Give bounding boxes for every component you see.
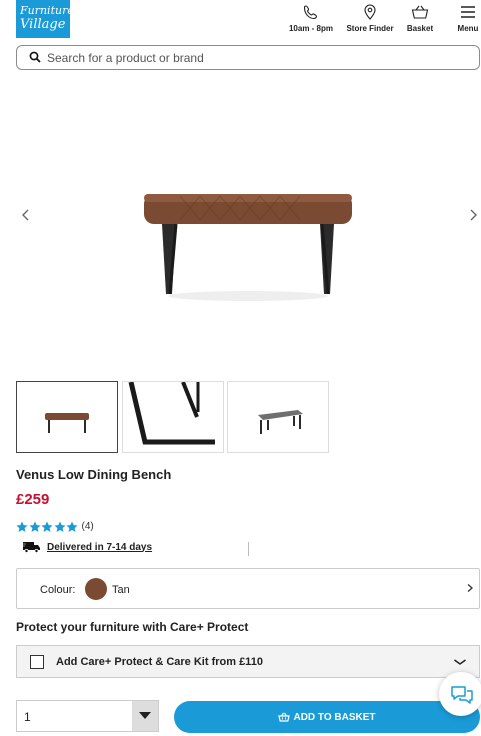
thumbnail-1[interactable] — [16, 381, 118, 453]
star-icon — [54, 521, 65, 532]
logo-line-2: Village — [20, 17, 66, 32]
quantity-dropdown-button[interactable] — [132, 701, 158, 731]
thumbnail-bench-brown — [45, 413, 89, 433]
quantity-select[interactable]: 1 — [16, 700, 159, 732]
search-input[interactable] — [47, 49, 467, 67]
store-finder-link[interactable]: Store Finder — [344, 4, 396, 33]
thumbnail-leg-closeup — [128, 382, 215, 445]
phone-hours-label: 10am - 8pm — [288, 24, 334, 33]
menu-button[interactable]: Menu — [455, 4, 481, 33]
star-icon — [16, 521, 28, 532]
basket-icon — [278, 712, 291, 722]
star-icon — [66, 521, 78, 532]
chevron-right-icon[interactable] — [465, 207, 481, 223]
product-gallery — [0, 80, 481, 370]
store-finder-label: Store Finder — [346, 24, 394, 33]
product-rating[interactable]: (4) — [16, 520, 94, 533]
colour-swatch — [85, 578, 107, 600]
hamburger-icon — [461, 6, 475, 18]
product-price: £259 — [16, 491, 50, 508]
add-to-basket-label: ADD TO BASKET — [293, 711, 376, 723]
chevron-left-icon[interactable] — [18, 207, 34, 223]
menu-label: Menu — [457, 24, 479, 33]
basket-label: Basket — [406, 24, 434, 33]
chevron-right-icon — [467, 584, 473, 592]
search-bar[interactable] — [16, 45, 480, 70]
thumbnail-3[interactable] — [227, 381, 329, 453]
map-pin-icon — [364, 4, 376, 20]
add-to-basket-button[interactable]: ADD TO BASKET — [174, 701, 480, 733]
thumbnail-2[interactable] — [122, 381, 224, 453]
care-protect-heading: Protect your furniture with Care+ Protec… — [16, 620, 249, 634]
basket-icon — [411, 5, 429, 19]
care-protect-label: Add Care+ Protect & Care Kit from £110 — [56, 656, 263, 668]
care-protect-option[interactable]: Add Care+ Protect & Care Kit from £110 — [16, 645, 480, 678]
furniture-village-logo[interactable]: Furniture Village — [16, 0, 74, 38]
delivery-text[interactable]: Delivered in 7-14 days — [47, 542, 152, 553]
chat-button[interactable] — [439, 672, 481, 716]
search-icon[interactable] — [29, 51, 41, 63]
logo-line-1: Furniture — [20, 4, 74, 17]
chat-icon — [451, 686, 473, 704]
caret-down-icon — [139, 712, 151, 719]
rating-count[interactable]: (4) — [82, 521, 94, 532]
quantity-value: 1 — [24, 710, 31, 724]
thumbnail-bench-grey — [258, 410, 303, 434]
basket-link[interactable]: Basket — [403, 4, 437, 33]
colour-value: Tan — [112, 584, 130, 596]
colour-label: Colour: — [40, 584, 76, 596]
divider — [248, 542, 249, 556]
star-icon — [29, 521, 40, 532]
chevron-down-icon[interactable] — [453, 657, 467, 667]
site-header: Furniture Village 10am - 8pm Store Finde… — [0, 0, 481, 44]
star-icon — [41, 521, 53, 532]
delivery-info[interactable]: Delivered in 7-14 days — [22, 541, 152, 553]
truck-icon — [22, 542, 40, 553]
care-protect-checkbox[interactable] — [30, 655, 44, 669]
product-title: Venus Low Dining Bench — [16, 467, 172, 482]
phone-icon — [303, 5, 318, 20]
phone-link[interactable]: 10am - 8pm — [286, 4, 336, 33]
colour-selector[interactable]: Colour: Tan — [16, 568, 480, 609]
product-image — [144, 194, 352, 301]
